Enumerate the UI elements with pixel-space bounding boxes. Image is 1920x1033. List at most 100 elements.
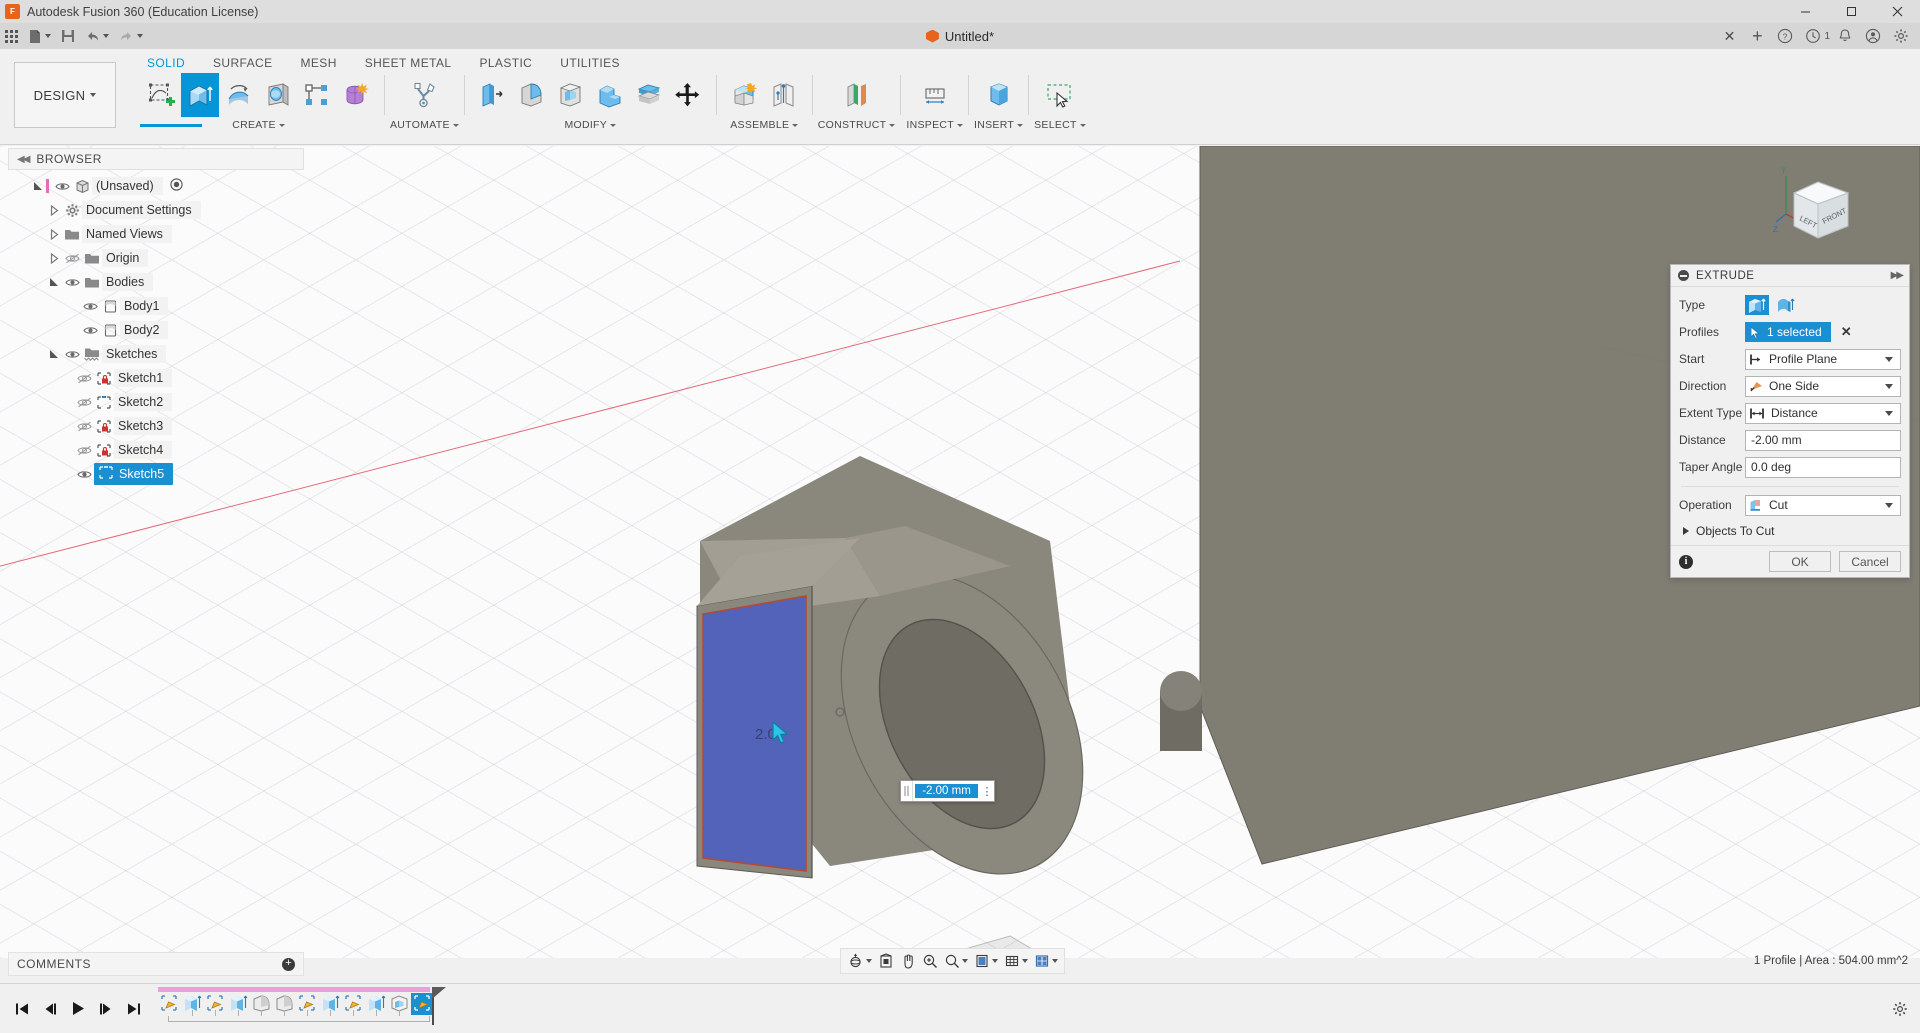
twisty-open-icon[interactable] [30, 181, 46, 192]
tab-surface[interactable]: SURFACE [199, 53, 286, 73]
workspace-switcher[interactable]: DESIGN [14, 62, 116, 128]
visibility-hidden-icon[interactable] [74, 397, 94, 408]
chevron-down-icon[interactable] [866, 959, 872, 963]
activate-radio-icon[interactable] [170, 178, 183, 194]
select-window-icon[interactable] [1041, 73, 1079, 117]
add-document-icon[interactable]: + [1744, 23, 1770, 49]
undo-icon[interactable] [80, 23, 114, 49]
twisty-open-icon[interactable] [46, 277, 62, 288]
tree-node-sketch4[interactable]: Sketch4 [8, 438, 308, 462]
redo-icon[interactable] [114, 23, 148, 49]
tab-plastic[interactable]: PLASTIC [465, 53, 546, 73]
automate-icon[interactable] [405, 73, 443, 117]
orbit-icon[interactable] [844, 949, 875, 973]
clear-selection-icon[interactable]: ✕ [1841, 324, 1852, 340]
chevron-down-icon[interactable] [45, 34, 51, 38]
visibility-eye-icon[interactable] [62, 349, 82, 360]
inline-options-icon[interactable]: ⋮ [980, 785, 994, 798]
tree-node-sketch3[interactable]: Sketch3 [8, 414, 308, 438]
timeline-marker-flag[interactable] [432, 987, 446, 999]
tree-node-document-settings[interactable]: Document Settings [8, 198, 308, 222]
move-copy-icon[interactable] [669, 73, 707, 117]
group-label-insert[interactable]: INSERT [974, 119, 1023, 131]
operation-dropdown[interactable]: Cut [1745, 495, 1901, 516]
group-label-construct[interactable]: CONSTRUCT [818, 119, 896, 131]
objects-to-cut-expander[interactable]: Objects To Cut [1679, 520, 1901, 541]
inline-distance-editor[interactable]: -2.00 mm ⋮ [900, 780, 995, 802]
distance-input[interactable]: -2.00 mm [1745, 430, 1901, 451]
tree-node-named-views[interactable]: Named Views [8, 222, 308, 246]
new-document-icon[interactable] [23, 23, 56, 49]
minimize-button[interactable] [1782, 0, 1828, 23]
go-to-start-icon[interactable] [10, 996, 34, 1022]
extrude-icon[interactable] [181, 73, 219, 117]
group-label-create[interactable]: CREATE [232, 119, 285, 131]
pan-icon[interactable] [897, 949, 919, 973]
offset-face-icon[interactable] [630, 73, 668, 117]
look-at-icon[interactable] [875, 949, 897, 973]
info-icon[interactable]: i [1679, 555, 1693, 569]
extrude-dialog[interactable]: EXTRUDE ▶▶ Type [1670, 264, 1910, 578]
document-tab[interactable]: Untitled* [916, 23, 1004, 49]
visibility-hidden-icon[interactable] [62, 253, 82, 264]
visibility-eye-icon[interactable] [62, 277, 82, 288]
chevron-down-icon[interactable] [137, 34, 143, 38]
profile-extrude-icon[interactable] [1745, 295, 1769, 315]
maximize-button[interactable] [1828, 0, 1874, 23]
tree-node-sketch1[interactable]: Sketch1 [8, 366, 308, 390]
chevron-down-icon[interactable] [103, 34, 109, 38]
tree-node-body2[interactable]: Body2 [8, 318, 308, 342]
visibility-hidden-icon[interactable] [74, 373, 94, 384]
tree-node-sketches[interactable]: Sketches [8, 342, 308, 366]
visibility-eye-icon[interactable] [80, 325, 100, 336]
visibility-hidden-icon[interactable] [74, 421, 94, 432]
taper-angle-input[interactable]: 0.0 deg [1745, 457, 1901, 478]
twisty-closed-icon[interactable] [46, 205, 62, 216]
extrude-dialog-header[interactable]: EXTRUDE ▶▶ [1671, 265, 1909, 287]
timeline-feature-sketch[interactable] [158, 993, 180, 1015]
fillet-icon[interactable] [513, 73, 551, 117]
form-icon[interactable] [337, 73, 375, 117]
tree-node-sketch2[interactable]: Sketch2 [8, 390, 308, 414]
profiles-selection-button[interactable]: 1 selected [1745, 322, 1831, 342]
timeline-settings-icon[interactable] [1892, 1001, 1908, 1020]
grid-snaps-icon[interactable] [1001, 949, 1031, 973]
minimize-dialog-icon[interactable] [1678, 270, 1689, 281]
job-status-icon[interactable] [1800, 23, 1826, 49]
visibility-eye-icon[interactable] [74, 469, 94, 480]
cancel-button[interactable]: Cancel [1839, 551, 1901, 572]
comments-panel[interactable]: COMMENTS + [8, 952, 304, 976]
loft-icon[interactable] [298, 73, 336, 117]
close-button[interactable] [1874, 0, 1920, 23]
shell-icon[interactable] [552, 73, 590, 117]
press-pull-icon[interactable] [474, 73, 512, 117]
direction-dropdown[interactable]: One Side [1745, 376, 1901, 397]
collapse-left-icon[interactable]: ◀◀ [17, 154, 28, 165]
chevron-down-icon[interactable] [1052, 959, 1058, 963]
viewport-canvas[interactable]: 2.0 -2.00 mm ⋮ [0, 146, 1920, 958]
tree-node-unsaved[interactable]: (Unsaved) [8, 174, 308, 198]
timeline-feature-sketch-active[interactable] [411, 993, 433, 1015]
viewports-icon[interactable] [1031, 949, 1061, 973]
chevron-down-icon[interactable] [1022, 959, 1028, 963]
chevron-down-icon[interactable] [1885, 384, 1893, 389]
play-icon[interactable] [66, 996, 90, 1022]
tab-utilities[interactable]: UTILITIES [546, 53, 634, 73]
chevron-down-icon[interactable] [1885, 357, 1893, 362]
start-dropdown[interactable]: Profile Plane [1745, 349, 1901, 370]
surface-extrude-icon[interactable] [1774, 295, 1798, 315]
inline-drag-handle[interactable] [901, 781, 913, 801]
new-component-icon[interactable] [726, 73, 764, 117]
add-comment-icon[interactable]: + [282, 958, 295, 971]
group-label-assemble[interactable]: ASSEMBLE [730, 119, 798, 131]
new-sketch-icon[interactable] [142, 73, 180, 117]
chevron-down-icon[interactable] [962, 959, 968, 963]
settings-icon[interactable] [1888, 23, 1914, 49]
visibility-hidden-icon[interactable] [74, 445, 94, 456]
zoom-window-icon[interactable] [941, 949, 971, 973]
sweep-icon[interactable] [259, 73, 297, 117]
offset-plane-icon[interactable] [838, 73, 876, 117]
group-label-automate[interactable]: AUTOMATE [390, 119, 459, 131]
zoom-icon[interactable] [919, 949, 941, 973]
display-settings-icon[interactable] [971, 949, 1001, 973]
